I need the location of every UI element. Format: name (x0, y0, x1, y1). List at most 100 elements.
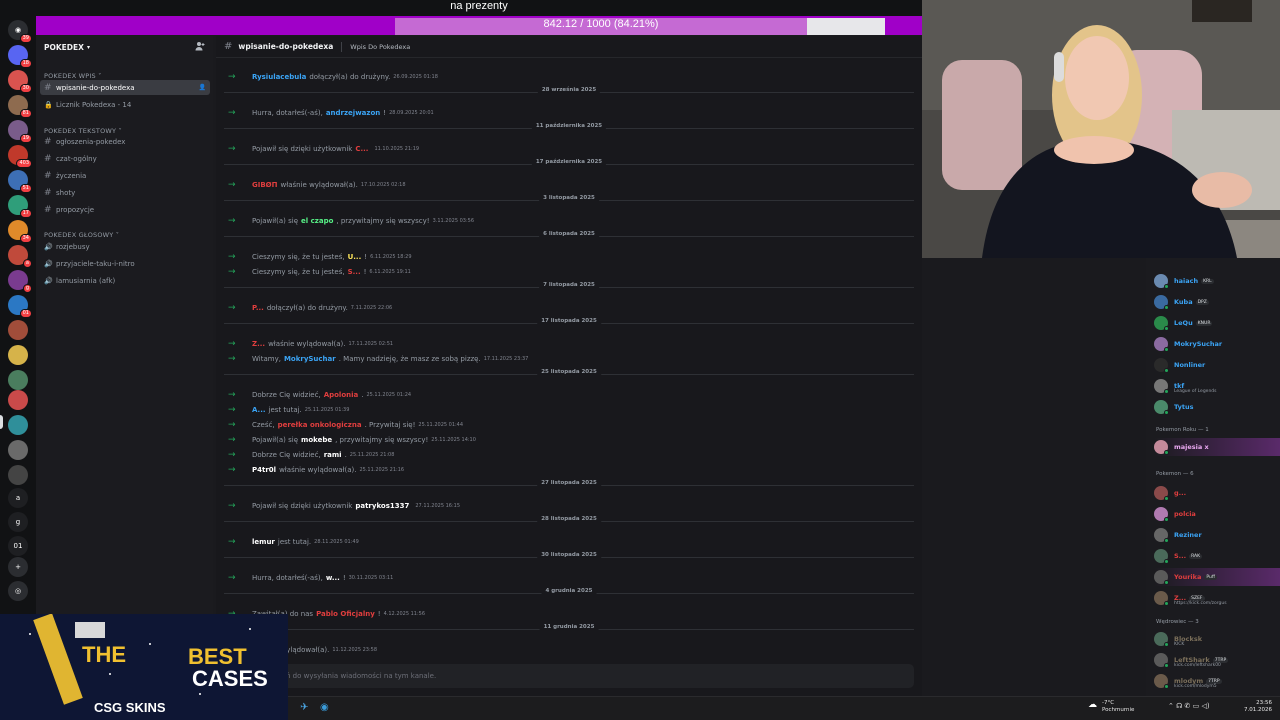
channel-label: propozycje (56, 205, 95, 214)
channel-topic: Wpis Do Pokedexa (350, 42, 411, 51)
channel-wpisanie-do-pokedexa[interactable]: # wpisanie-do-pokedexa 👤 (40, 80, 210, 95)
username-link[interactable]: patrykos1337 (355, 502, 409, 510)
sponsor-ad[interactable]: THE BEST CASES CSG SKINS (0, 614, 288, 720)
server-icon[interactable]: 19 (8, 120, 32, 143)
explore-icon[interactable]: ◎ (8, 581, 28, 601)
username-link[interactable]: lemur (252, 538, 275, 546)
server-icon[interactable] (8, 440, 28, 460)
username-link[interactable]: andrzejwazon (326, 109, 380, 117)
server-icon[interactable]: a (8, 488, 28, 508)
date-label: 6 listopada 2025 (539, 231, 599, 237)
server-header[interactable]: POKEDEX ▾ (36, 36, 213, 58)
username-link[interactable]: MokrySuchar (284, 355, 336, 363)
server-icon[interactable] (8, 320, 28, 340)
member-row[interactable]: LeQu KNUR (1154, 314, 1280, 332)
username-link[interactable]: U... (348, 253, 362, 261)
category-header[interactable]: POKEDEX Wpis ˅ (44, 72, 102, 80)
server-icon[interactable]: a (8, 245, 32, 268)
server-icon[interactable]: 30 (8, 70, 32, 93)
server-icon[interactable]: 34 (8, 220, 32, 243)
server-icon[interactable]: 01 (8, 536, 28, 556)
date-divider: 25 listopada 2025 (224, 369, 914, 379)
add-server-icon[interactable]: + (8, 557, 28, 577)
member-row[interactable]: g... (1154, 484, 1280, 502)
message-text: Pojawił(a) się (252, 436, 299, 444)
message-text: właśnie wylądował(a). (279, 466, 357, 474)
channel-przyjaciele-taku-i-nitro[interactable]: 🔊 przyjaciele-taku-i-nitro (40, 256, 210, 271)
username-link[interactable]: el czapo (301, 217, 333, 225)
weather-widget[interactable]: -7°C Pochmurnie (1102, 700, 1134, 714)
username-link[interactable]: Pablo Oficjalny (316, 610, 375, 618)
member-row[interactable]: Z... SZEF https://kick.com/zorgus (1154, 589, 1280, 607)
server-icon[interactable] (8, 465, 28, 485)
member-row[interactable]: Yourika Puff (1154, 568, 1280, 586)
channel-czat-og-lny[interactable]: # czat-ogólny (40, 151, 210, 166)
add-member-icon[interactable]: 👤 (199, 84, 206, 91)
server-icon[interactable]: 51 (8, 170, 32, 193)
member-row[interactable]: Kuba DPZ (1154, 293, 1280, 311)
username-link[interactable]: S... (348, 268, 361, 276)
timestamp: 25.11.2025 21:08 (349, 452, 395, 458)
avatar (1154, 653, 1169, 668)
channel-lamusiarnia-afk-[interactable]: 🔊 lamusiarnia (afk) (40, 273, 210, 288)
member-row[interactable]: Blocksk KICK (1154, 630, 1280, 648)
steam-icon[interactable]: ✈ (300, 702, 308, 713)
member-row[interactable]: polcia (1154, 505, 1280, 523)
member-row[interactable]: mlodym 7TRP kick.com/mlodym5 (1154, 672, 1280, 690)
username-link[interactable]: Rysiulacebula (252, 73, 306, 81)
member-name: Kuba (1174, 298, 1193, 306)
username-link[interactable]: Apolonia (324, 391, 359, 399)
server-icon[interactable]: g (8, 512, 28, 532)
server-icon[interactable]: 18 (8, 45, 32, 68)
server-icon[interactable] (8, 415, 28, 435)
member-tag: DPZ (1195, 299, 1209, 305)
username-link[interactable]: C... (355, 145, 368, 153)
member-row[interactable]: Nonliner (1154, 356, 1280, 374)
member-row[interactable]: S... RAK (1154, 547, 1280, 565)
server-icon[interactable] (8, 390, 28, 410)
member-row[interactable]: haiach KRL (1154, 272, 1280, 290)
username-link[interactable]: P... (252, 304, 264, 312)
channel-rozjebusy[interactable]: 🔊 rozjebusy (40, 239, 210, 254)
channel-propozycje[interactable]: # propozycje (40, 202, 210, 217)
chevron-down-icon: ˅ (113, 231, 120, 239)
server-icon[interactable]: 01 (8, 295, 32, 318)
username-link[interactable]: GIBØП (252, 181, 278, 189)
server-icon[interactable] (8, 370, 28, 390)
invite-user-icon[interactable] (195, 41, 205, 51)
avatar (1154, 674, 1169, 689)
server-icon[interactable] (8, 345, 28, 365)
member-row[interactable]: MokrySuchar (1154, 335, 1280, 353)
member-row[interactable]: LeftShark 7TRP kick.com/leftshark00 (1154, 651, 1280, 669)
tray-icons[interactable]: ⌃ ☊ ✆ ▭ ◁) (1168, 702, 1210, 710)
channel--yczenia[interactable]: # życzenia (40, 168, 210, 183)
browser-icon[interactable]: ◉ (320, 702, 329, 713)
clock-date: 7.01.2026 (1244, 707, 1272, 713)
server-icon[interactable]: 403 (8, 145, 32, 168)
channel-label: shoty (56, 188, 76, 197)
member-row[interactable]: majesia x (1154, 438, 1280, 456)
username-link[interactable]: w... (326, 574, 340, 582)
username-link[interactable]: rami (324, 451, 342, 459)
member-row[interactable]: tkf League of Legends (1154, 377, 1280, 395)
username-link[interactable]: A... (252, 406, 266, 414)
channel-licznik-pokedexa-14[interactable]: 🔒 Licznik Pokedexa - 14 (40, 97, 210, 112)
username-link[interactable]: Z... (252, 340, 265, 348)
username-link[interactable]: perełka onkologiczna (278, 421, 362, 429)
channel-og-oszenia-pokedex[interactable]: # ogłoszenia-pokedex (40, 134, 210, 149)
clock[interactable]: 23:56 7.01.2026 (1244, 700, 1272, 714)
member-row[interactable]: Tytus (1154, 398, 1280, 416)
server-icon[interactable]: 17 (8, 195, 32, 218)
discord-home-icon[interactable]: ◉ 39 (8, 20, 32, 43)
channel-shoty[interactable]: # shoty (40, 185, 210, 200)
member-row[interactable]: Reziner (1154, 526, 1280, 544)
server-icon[interactable]: g (8, 270, 32, 293)
status-dot (1164, 538, 1169, 543)
member-list[interactable]: haiach KRL Kuba DPZ LeQu KNUR MokrySuchar Nonli… (1146, 258, 1280, 696)
system-message: → lemur jest tutaj. 28.11.2025 01:49 (228, 535, 359, 549)
hash-icon: # (224, 41, 233, 52)
server-icon[interactable]: 81 (8, 95, 32, 118)
username-link[interactable]: mokebe (301, 436, 332, 444)
category-header[interactable]: POKEDEX GŁOSOWY ˅ (44, 231, 119, 239)
username-link[interactable]: P4tr0l (252, 466, 276, 474)
